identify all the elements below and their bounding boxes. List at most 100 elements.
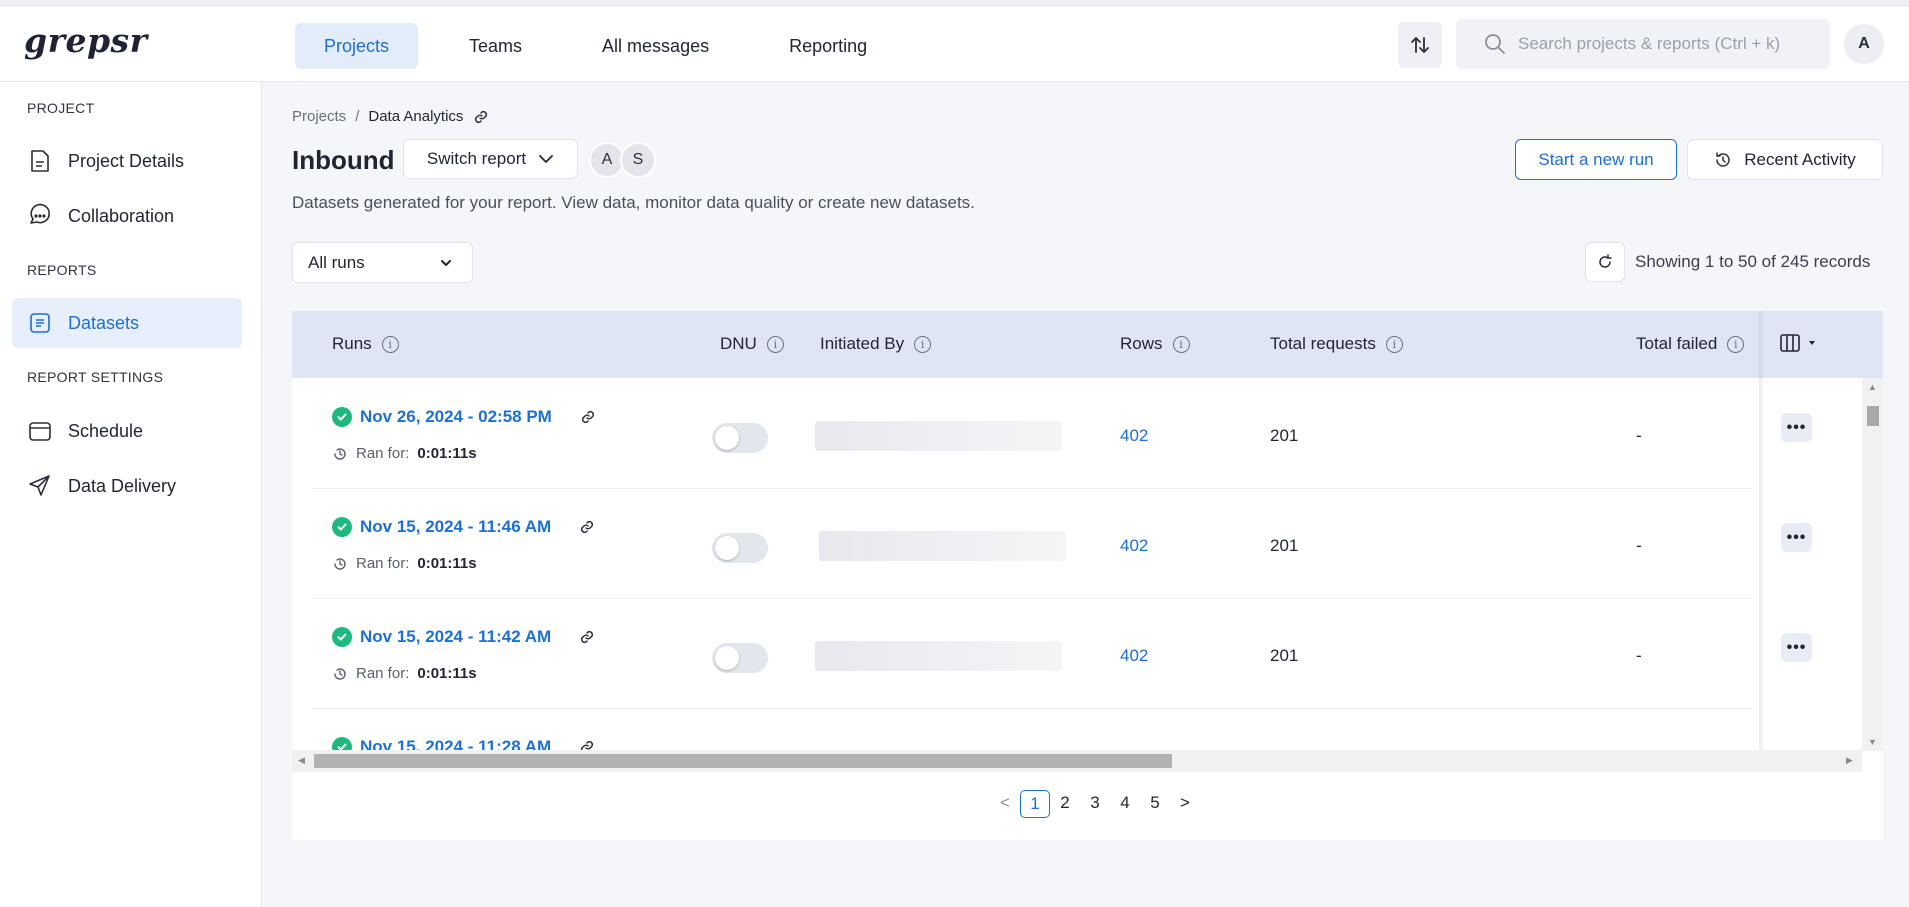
collaborator-avatar[interactable]: S bbox=[620, 142, 656, 178]
sidebar-item-data-delivery[interactable]: Data Delivery bbox=[12, 461, 242, 511]
next-page-button[interactable]: > bbox=[1170, 790, 1200, 818]
column-runs[interactable]: Runs i bbox=[332, 334, 399, 354]
sidebar: PROJECT Project Details Collaboration RE… bbox=[0, 82, 262, 907]
ran-for-value: 0:01:11s bbox=[417, 665, 477, 682]
row-actions-button[interactable]: ••• bbox=[1781, 523, 1812, 552]
link-icon[interactable] bbox=[579, 739, 595, 750]
rows-count-link[interactable]: 402 bbox=[1120, 426, 1148, 446]
table-header: Runs i DNU i Initiated By i Rows i Total req… bbox=[292, 311, 1883, 378]
link-icon[interactable] bbox=[579, 629, 595, 645]
info-icon[interactable]: i bbox=[1172, 335, 1190, 353]
run-date-link[interactable]: Nov 15, 2024 - 11:46 AM bbox=[332, 517, 595, 537]
sort-button[interactable] bbox=[1398, 22, 1442, 68]
ran-for: Ran for: 0:01:11s bbox=[332, 555, 477, 572]
page-1-button[interactable]: 1 bbox=[1020, 790, 1050, 818]
link-icon[interactable] bbox=[580, 409, 596, 425]
refresh-button[interactable] bbox=[1585, 242, 1625, 282]
prev-page-button[interactable]: < bbox=[990, 790, 1020, 818]
link-icon[interactable] bbox=[579, 519, 595, 535]
sidebar-item-project-details[interactable]: Project Details bbox=[12, 136, 242, 186]
section-project-label: PROJECT bbox=[27, 100, 95, 116]
search-input[interactable] bbox=[1518, 34, 1818, 54]
ran-for-label: Ran for: bbox=[356, 445, 410, 462]
run-date[interactable]: Nov 26, 2024 - 02:58 PM bbox=[360, 407, 552, 427]
column-label: Initiated By bbox=[820, 334, 905, 353]
runs-filter-select[interactable]: All runs bbox=[292, 242, 473, 283]
column-dnu[interactable]: DNU i bbox=[720, 334, 784, 354]
info-icon[interactable]: i bbox=[1385, 335, 1403, 353]
nav-all-messages[interactable]: All messages bbox=[573, 23, 738, 69]
success-check-icon bbox=[332, 407, 352, 427]
total-failed-value: - bbox=[1636, 646, 1642, 665]
sidebar-item-label: Project Details bbox=[68, 150, 185, 171]
run-date-link[interactable]: Nov 26, 2024 - 02:58 PM bbox=[332, 407, 596, 427]
run-date-link[interactable]: Nov 15, 2024 - 11:28 AM bbox=[332, 737, 595, 750]
column-total-requests[interactable]: Total requests i bbox=[1270, 334, 1403, 354]
page-2-button[interactable]: 2 bbox=[1050, 790, 1080, 818]
caret-down-icon bbox=[1809, 341, 1815, 345]
section-reports-label: REPORTS bbox=[27, 262, 97, 278]
total-requests-value: 201 bbox=[1270, 646, 1299, 665]
nav-teams[interactable]: Teams bbox=[440, 23, 551, 69]
page-3-button[interactable]: 3 bbox=[1080, 790, 1110, 818]
sidebar-item-label: Datasets bbox=[68, 312, 140, 333]
table-row[interactable]: Nov 15, 2024 - 11:42 AM Ran for: 0:01:11s… bbox=[312, 599, 1752, 709]
info-icon[interactable]: i bbox=[1727, 335, 1745, 353]
column-rows[interactable]: Rows i bbox=[1120, 334, 1190, 354]
link-icon[interactable] bbox=[473, 109, 489, 125]
scroll-up-arrow-icon[interactable]: ▲ bbox=[1868, 382, 1877, 392]
top-bar: grepsr Projects Teams All messages Repor… bbox=[0, 0, 1909, 82]
row-actions-button[interactable]: ••• bbox=[1781, 413, 1812, 442]
table-row[interactable]: Nov 15, 2024 - 11:46 AM Ran for: 0:01:11s… bbox=[312, 489, 1752, 599]
run-date-link[interactable]: Nov 15, 2024 - 11:42 AM bbox=[332, 627, 595, 647]
search-box[interactable] bbox=[1456, 19, 1830, 69]
nav-reporting[interactable]: Reporting bbox=[760, 23, 896, 69]
sidebar-item-collaboration[interactable]: Collaboration bbox=[12, 191, 242, 241]
dnu-toggle[interactable] bbox=[712, 423, 768, 453]
total-requests-value: 201 bbox=[1270, 536, 1299, 555]
sort-arrows-icon bbox=[1411, 37, 1429, 53]
table-row[interactable]: Nov 15, 2024 - 11:28 AM bbox=[312, 709, 1752, 750]
rows-count-link[interactable]: 402 bbox=[1120, 646, 1148, 666]
nav-projects[interactable]: Projects bbox=[295, 23, 419, 69]
sidebar-item-label: Schedule bbox=[68, 420, 144, 441]
dnu-toggle[interactable] bbox=[712, 643, 768, 673]
rows-count-link[interactable]: 402 bbox=[1120, 536, 1148, 556]
vertical-scroll-thumb[interactable] bbox=[1867, 406, 1879, 426]
sidebar-item-datasets[interactable]: Datasets bbox=[12, 298, 242, 348]
user-avatar[interactable]: A bbox=[1844, 24, 1884, 64]
run-date[interactable]: Nov 15, 2024 - 11:42 AM bbox=[360, 627, 551, 647]
page-5-button[interactable]: 5 bbox=[1140, 790, 1170, 818]
sidebar-item-schedule[interactable]: Schedule bbox=[12, 406, 242, 456]
recent-activity-label: Recent Activity bbox=[1744, 149, 1856, 169]
info-icon[interactable]: i bbox=[381, 335, 399, 353]
chevron-down-icon bbox=[441, 259, 451, 266]
table-row[interactable]: Nov 26, 2024 - 02:58 PM Ran for: 0:01:11s… bbox=[312, 379, 1752, 489]
recent-activity-button[interactable]: Recent Activity bbox=[1687, 139, 1883, 180]
scroll-down-arrow-icon[interactable]: ▼ bbox=[1868, 737, 1877, 747]
info-icon[interactable]: i bbox=[766, 335, 784, 353]
column-settings-button[interactable] bbox=[1780, 334, 1816, 352]
scroll-left-arrow-icon[interactable]: ◀ bbox=[298, 755, 305, 766]
horizontal-scroll-thumb[interactable] bbox=[314, 754, 1172, 768]
switch-report-button[interactable]: Switch report bbox=[403, 139, 578, 179]
info-icon[interactable]: i bbox=[914, 335, 932, 353]
horizontal-scrollbar[interactable]: ◀ ▶ bbox=[292, 750, 1862, 772]
column-initiated-by[interactable]: Initiated By i bbox=[820, 334, 932, 354]
calendar-icon bbox=[26, 417, 54, 445]
page-4-button[interactable]: 4 bbox=[1110, 790, 1140, 818]
dnu-toggle[interactable] bbox=[712, 533, 768, 563]
breadcrumb-separator: / bbox=[355, 108, 360, 125]
column-total-failed[interactable]: Total failed i bbox=[1636, 334, 1745, 354]
success-check-icon bbox=[332, 737, 352, 750]
run-date[interactable]: Nov 15, 2024 - 11:28 AM bbox=[360, 737, 551, 750]
start-new-run-button[interactable]: Start a new run bbox=[1515, 139, 1677, 180]
breadcrumb-projects[interactable]: Projects bbox=[292, 108, 346, 125]
row-actions-button[interactable]: ••• bbox=[1781, 633, 1812, 662]
scroll-right-arrow-icon[interactable]: ▶ bbox=[1846, 755, 1853, 766]
grepsr-logo[interactable]: grepsr bbox=[24, 21, 148, 60]
total-failed-value: - bbox=[1636, 426, 1642, 445]
run-date[interactable]: Nov 15, 2024 - 11:46 AM bbox=[360, 517, 551, 537]
vertical-scrollbar[interactable]: ▲ ▼ bbox=[1862, 378, 1883, 751]
total-failed-value: - bbox=[1636, 536, 1642, 555]
